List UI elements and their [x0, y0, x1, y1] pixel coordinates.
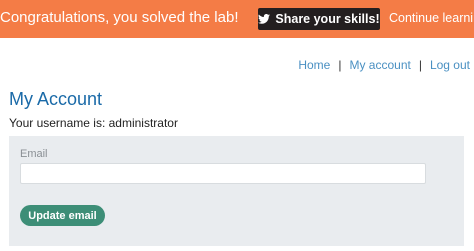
email-label: Email	[20, 148, 48, 160]
nav-separator: |	[418, 58, 422, 72]
share-skills-button[interactable]: Share your skills!	[258, 8, 380, 30]
email-field[interactable]	[20, 163, 426, 184]
nav-separator: |	[338, 58, 342, 72]
nav-logout-link[interactable]: Log out	[430, 58, 470, 72]
continue-learning-link[interactable]: Continue learning	[389, 11, 474, 25]
nav-my-account-link[interactable]: My account	[349, 58, 410, 72]
twitter-icon	[258, 14, 271, 24]
banner-bar: Congratulations, you solved the lab! Sha…	[0, 0, 474, 38]
page-title: My Account	[9, 89, 103, 109]
nav-home-link[interactable]: Home	[298, 58, 330, 72]
top-nav: Home | My account | Log out	[298, 58, 470, 72]
update-email-form: Email Update email	[9, 136, 464, 246]
update-email-button[interactable]: Update email	[20, 205, 105, 226]
share-skills-label: Share your skills!	[275, 12, 380, 26]
banner-message: Congratulations, you solved the lab!	[0, 9, 239, 26]
lab-solved-banner: Congratulations, you solved the lab! Sha…	[0, 0, 474, 38]
username-text: Your username is: administrator	[9, 116, 178, 130]
